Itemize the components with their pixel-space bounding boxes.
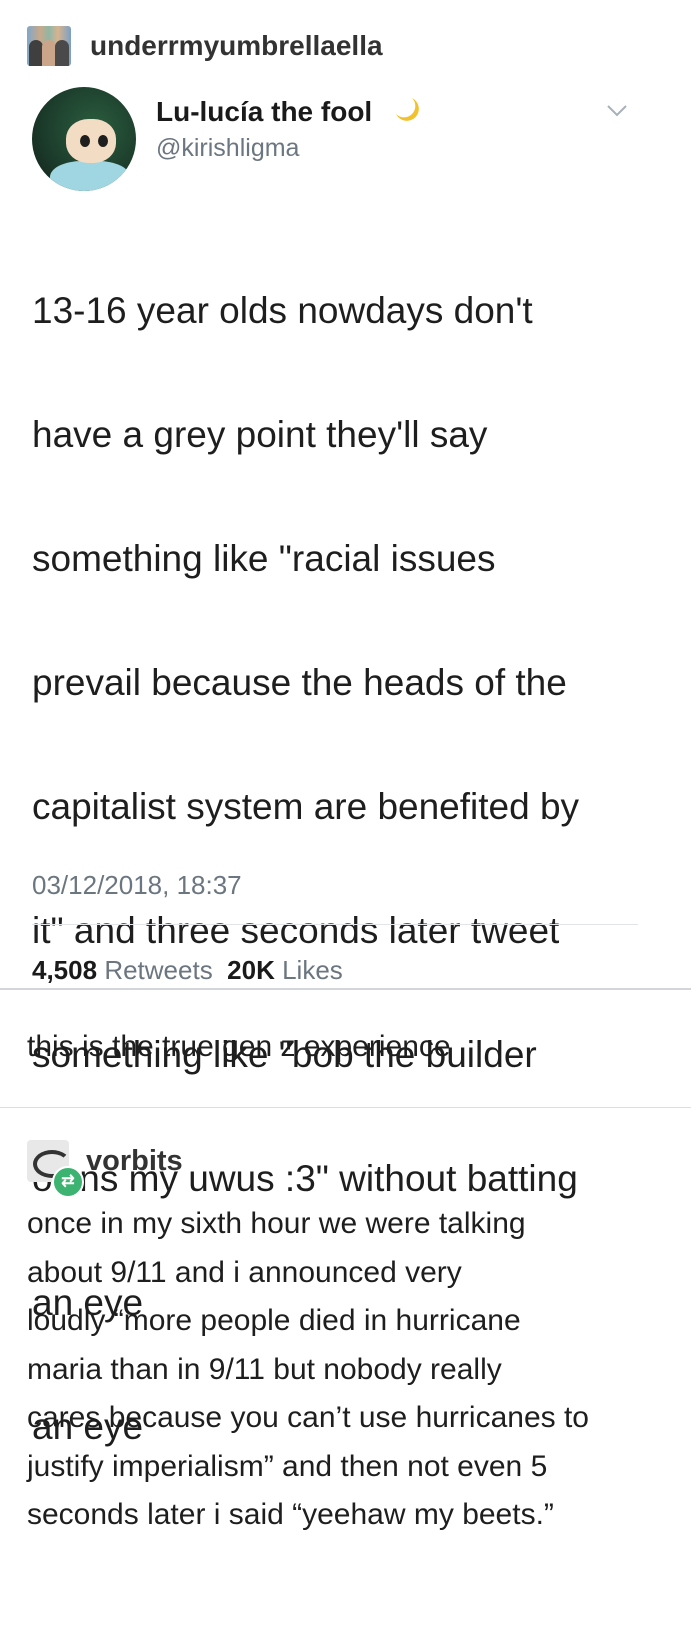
comment-line: loudly “more people died in hurricane — [27, 1304, 521, 1337]
comment-line: maria than in 9/11 but nobody really — [27, 1352, 502, 1386]
likes-label[interactable]: Likes — [282, 955, 343, 985]
reblog-comment: this is the true gen z experience — [27, 1030, 451, 1063]
tweet-line: prevail because the heads of the — [32, 662, 567, 703]
tweet-line: something like "racial issues — [32, 538, 496, 579]
reblogger-name[interactable]: underrmyumbrellaella — [90, 30, 383, 62]
tweet-line: it" and three seconds later tweet — [32, 910, 560, 951]
tweet-line: 13-16 year olds nowdays don't — [32, 290, 533, 331]
comment-line: about 9/11 and i announced very — [27, 1255, 462, 1289]
retweets-label[interactable]: Retweets — [104, 955, 212, 985]
tweet-handle[interactable]: @kirishligma — [156, 134, 299, 163]
vorbits-name[interactable]: vorbits — [86, 1145, 183, 1178]
retweets-count: 4,508 — [32, 955, 98, 985]
comment-line: cares because you can’t use hurricanes t… — [27, 1401, 589, 1434]
likes-count: 20K — [227, 955, 275, 985]
divider — [0, 988, 691, 990]
reblogger-avatar[interactable] — [27, 26, 71, 66]
crescent-moon-icon — [396, 98, 419, 121]
chevron-down-icon[interactable] — [606, 104, 628, 118]
tweet-stats: 4,508 Retweets 20K Likes — [32, 955, 343, 986]
reblog-icon: ⇄ — [52, 1166, 84, 1198]
comment-line: justify imperialism” and then not even 5 — [27, 1449, 548, 1483]
tweet-display-name[interactable]: Lu-lucía the fool — [156, 96, 372, 128]
tweet-line: have a grey point they'll say — [32, 414, 488, 455]
divider — [0, 1107, 691, 1108]
vorbits-comment: once in my sixth hour we were talking ab… — [27, 1200, 667, 1540]
tweet-line: capitalist system are benefited by — [32, 786, 580, 827]
tweet-author-avatar[interactable] — [32, 87, 136, 191]
divider — [32, 924, 638, 925]
comment-line: once in my sixth hour we were talking — [27, 1207, 526, 1240]
tweet-timestamp: 03/12/2018, 18:37 — [32, 870, 242, 900]
comment-line: seconds later i said “yeehaw my beets.” — [27, 1498, 554, 1531]
